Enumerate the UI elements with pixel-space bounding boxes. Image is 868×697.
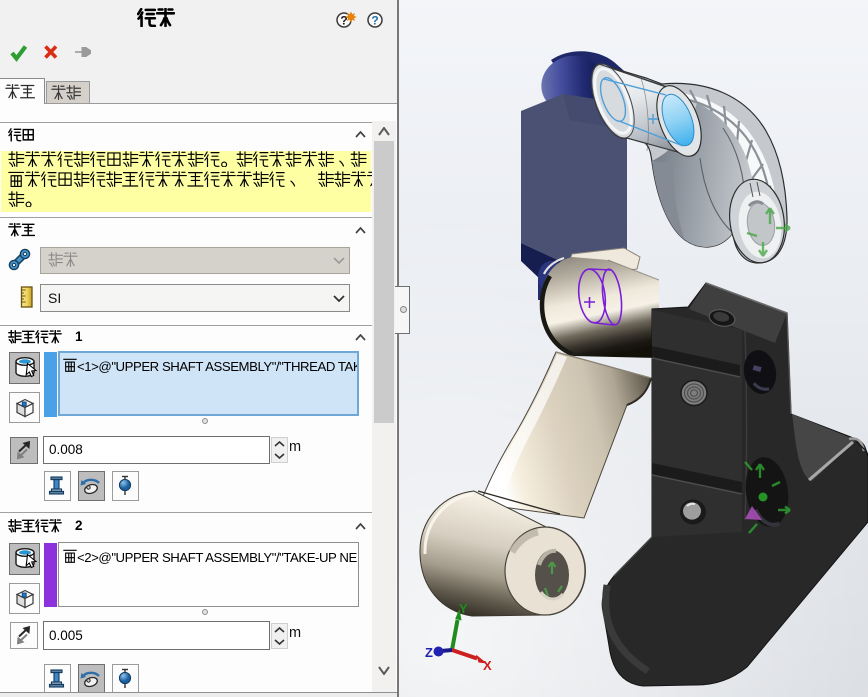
svg-text:Y: Y (459, 601, 468, 616)
svg-text:Z: Z (425, 645, 433, 660)
svg-text:?: ? (371, 14, 378, 28)
svg-text:X: X (483, 658, 492, 673)
svg-text:?: ? (340, 14, 347, 28)
